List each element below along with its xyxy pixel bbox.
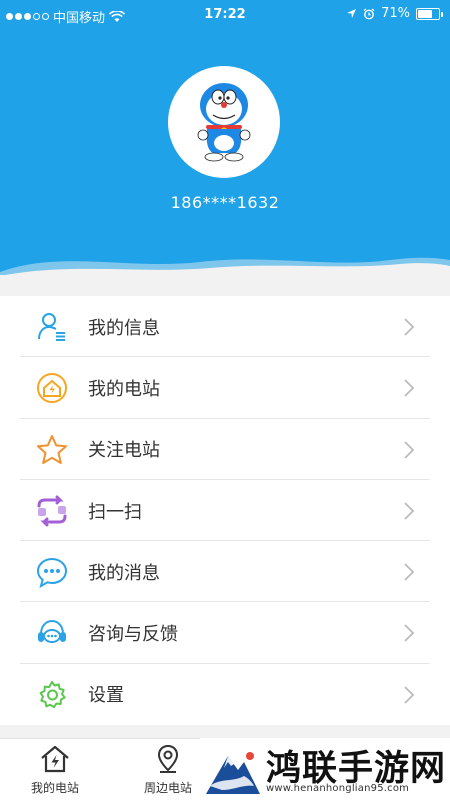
- status-bar: 中国移动 17:22 71%: [0, 0, 450, 30]
- menu-list: 我的信息 我的电站 关注电站 扫一扫 我的消息 咨询与反馈 设置: [0, 296, 450, 726]
- chevron-right-icon: [404, 624, 414, 643]
- menu-item-consult-feedback[interactable]: 咨询与反馈: [0, 602, 450, 665]
- menu-item-my-messages[interactable]: 我的消息: [0, 541, 450, 603]
- menu-item-label: 我的信息: [88, 317, 160, 339]
- location-pin-icon: [157, 744, 179, 773]
- user-info-icon: [35, 310, 69, 344]
- star-icon: [35, 433, 69, 467]
- menu-item-label: 关注电站: [88, 440, 160, 462]
- menu-item-my-info[interactable]: 我的信息: [0, 296, 450, 358]
- chevron-right-icon: [404, 502, 414, 520]
- menu-item-my-station[interactable]: 我的电站: [0, 357, 450, 419]
- menu-item-label: 咨询与反馈: [88, 624, 178, 646]
- battery-icon: [416, 7, 443, 20]
- status-right: 71%: [346, 6, 443, 21]
- location-arrow-icon: [347, 9, 357, 18]
- tab-nearby-station[interactable]: 周边电站: [128, 743, 208, 796]
- gear-icon: [35, 678, 69, 712]
- headset-icon: [35, 616, 69, 650]
- watermark-banner: 鸿联手游网 www.henanhonglian95.com: [200, 738, 450, 800]
- chevron-right-icon: [404, 440, 414, 459]
- menu-item-followed-station[interactable]: 关注电站: [0, 419, 450, 481]
- avatar[interactable]: [168, 66, 280, 178]
- battery-percent: 71%: [381, 6, 410, 21]
- watermark-logo-icon: [206, 752, 260, 794]
- menu-item-scan[interactable]: 扫一扫: [0, 480, 450, 542]
- user-phone-number: 186****1632: [170, 193, 280, 212]
- profile-header: 中国移动 17:22 71% 186****1632: [0, 0, 450, 275]
- menu-item-label: 设置: [88, 685, 124, 707]
- tab-my-station[interactable]: 我的电站: [15, 743, 95, 796]
- chevron-right-icon: [404, 563, 414, 581]
- alarm-clock-icon: [363, 7, 375, 19]
- menu-item-settings[interactable]: 设置: [0, 664, 450, 725]
- menu-item-label: 扫一扫: [88, 501, 142, 523]
- home-power-icon: [41, 745, 69, 773]
- message-icon: [35, 555, 69, 589]
- tab-label: 我的电站: [30, 781, 79, 795]
- tab-label: 周边电站: [143, 781, 192, 795]
- chevron-right-icon: [404, 686, 414, 704]
- menu-item-label: 我的电站: [88, 378, 160, 400]
- chevron-right-icon: [404, 318, 414, 336]
- power-station-icon: [35, 371, 69, 405]
- doraemon-avatar-icon: [197, 83, 251, 162]
- scan-icon: [35, 494, 69, 528]
- watermark-url: www.henanhonglian95.com: [266, 783, 410, 794]
- header-wave: [0, 257, 450, 275]
- chevron-right-icon: [404, 379, 414, 397]
- menu-item-label: 我的消息: [88, 562, 160, 584]
